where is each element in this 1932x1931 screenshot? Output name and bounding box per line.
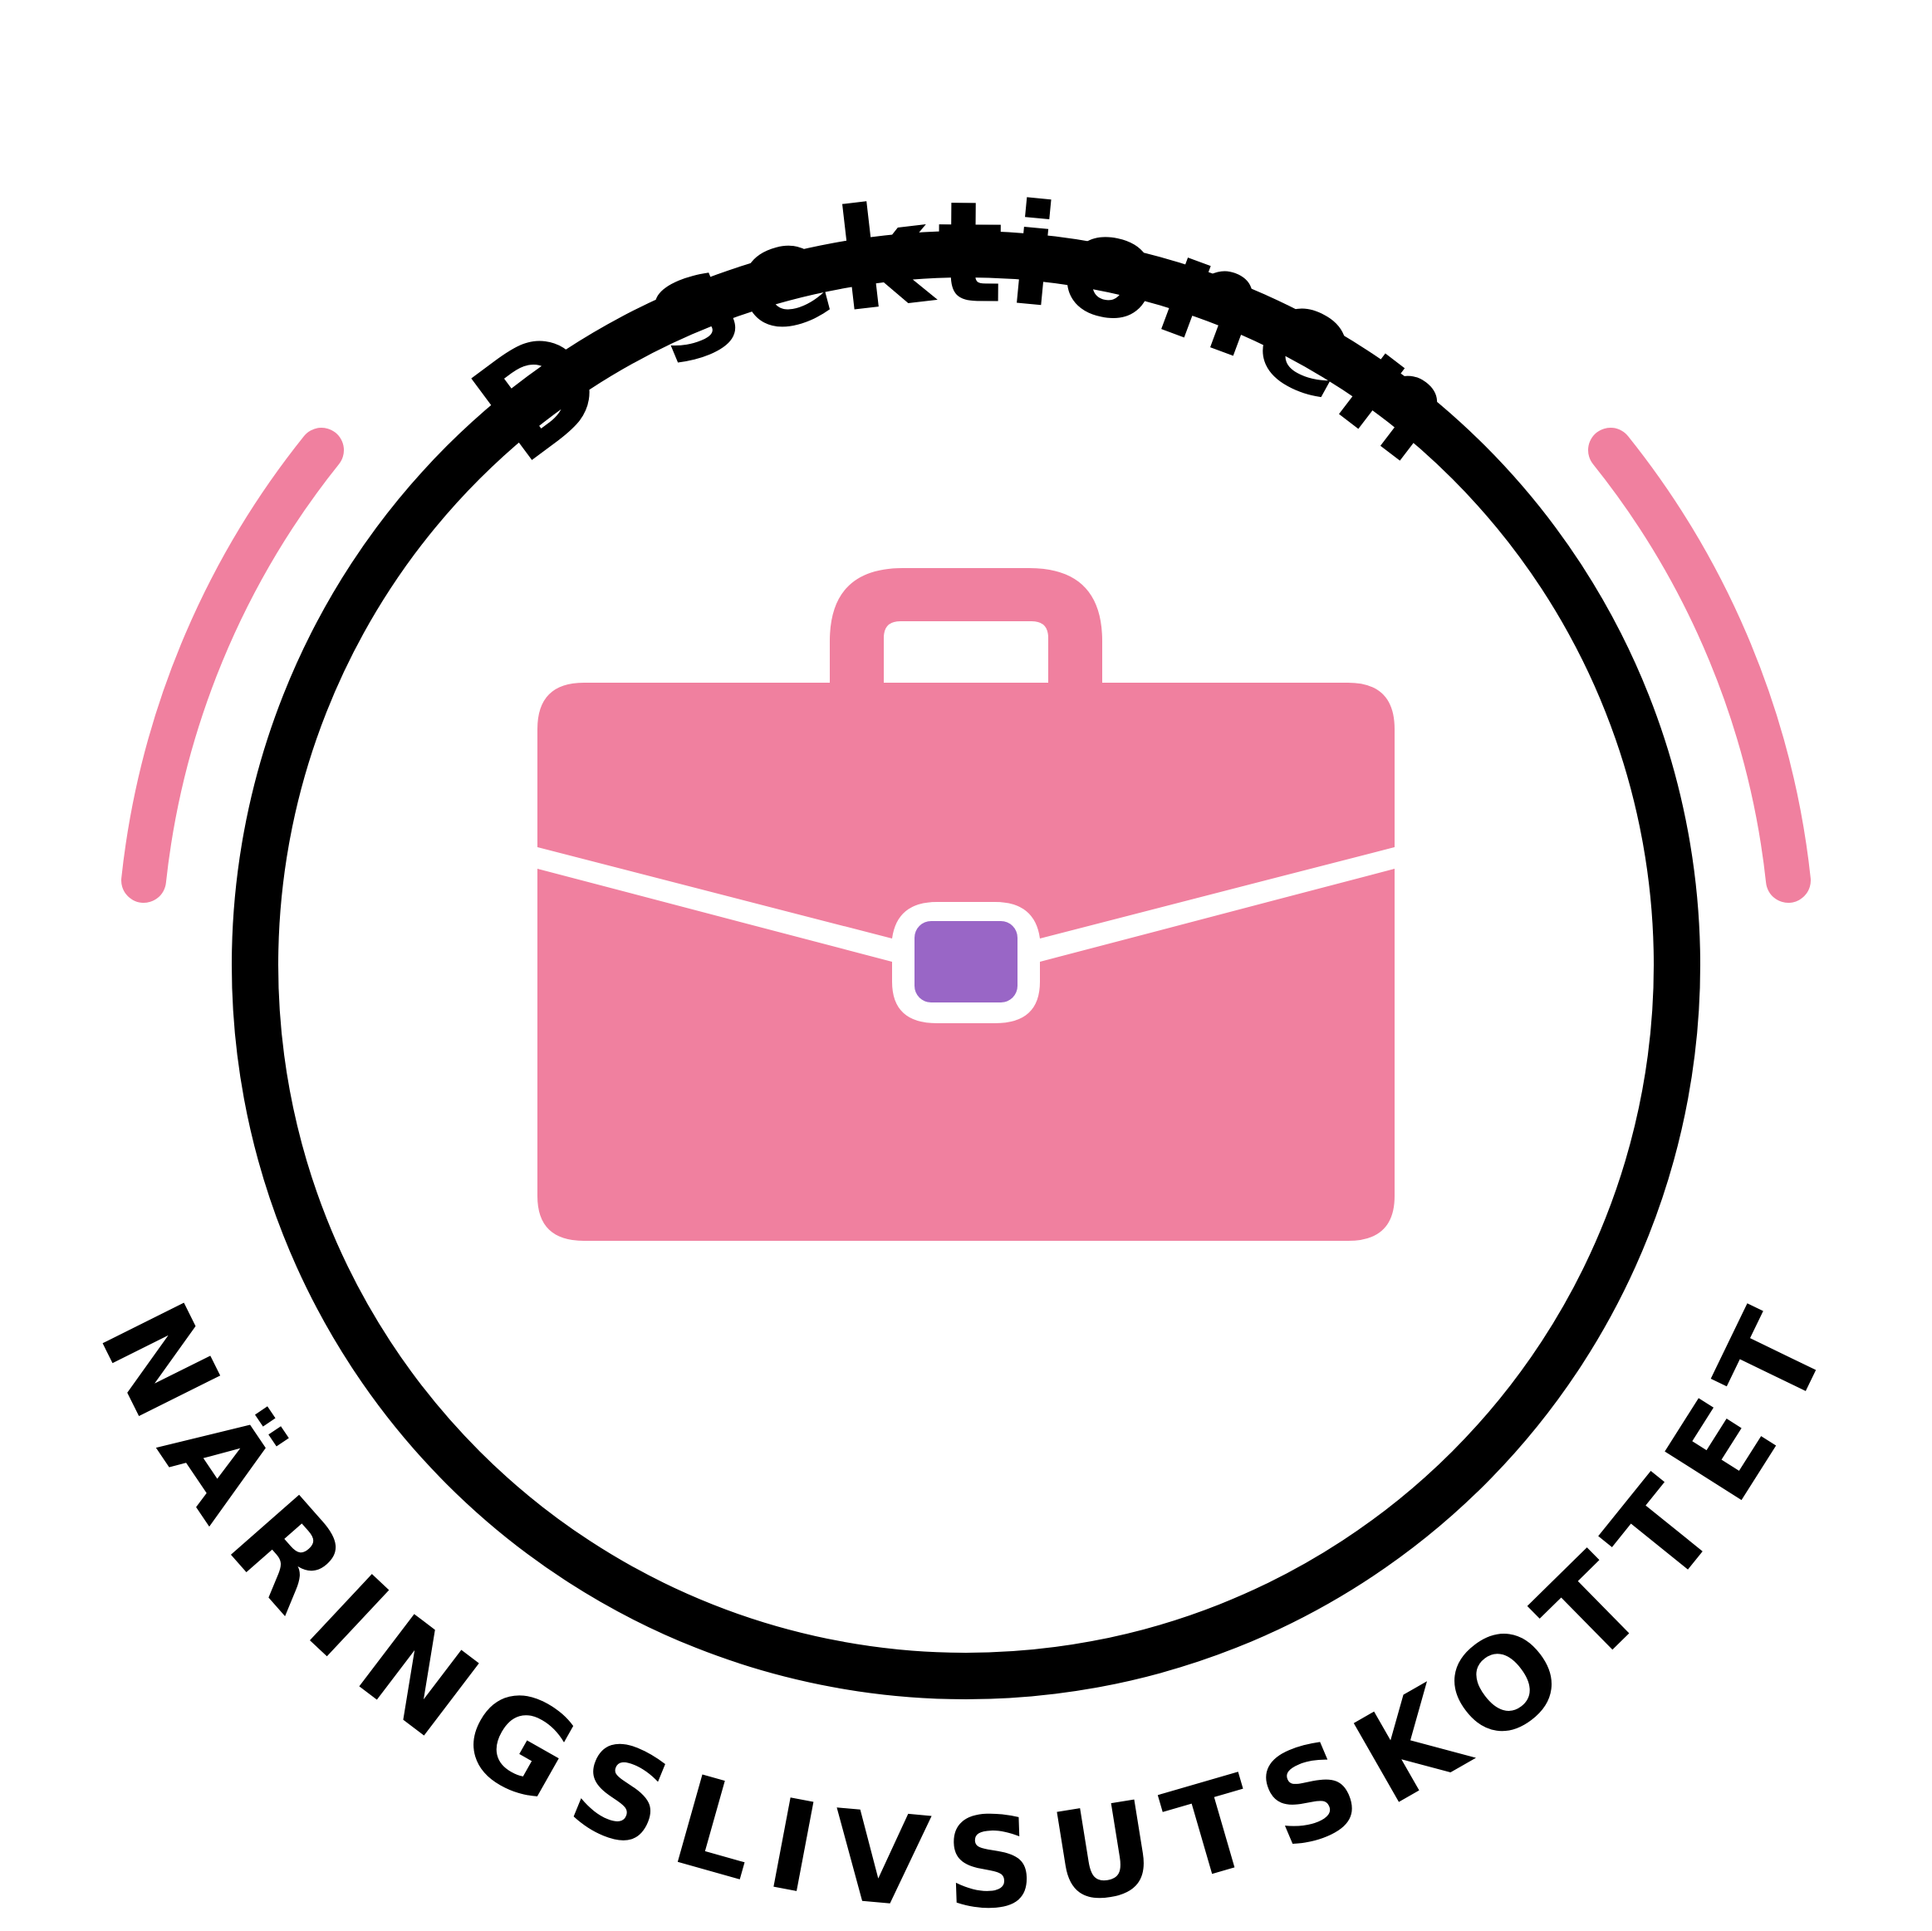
briefcase-icon (537, 568, 1395, 1241)
left-accent-arc (121, 428, 344, 903)
top-arc-text: D-sektionen (444, 171, 1488, 495)
briefcase-clasp (915, 921, 1017, 1002)
bottom-arc-text: NÄRINGSLIVSUTSKOTTET (71, 1282, 1861, 1931)
right-accent-arc (1588, 428, 1811, 903)
briefcase-handle (830, 568, 1102, 683)
briefcase-upper-body (537, 683, 1395, 939)
committee-emblem: D-sektionen NÄRINGSLIVSUTSKOTTET (71, 171, 1861, 1931)
